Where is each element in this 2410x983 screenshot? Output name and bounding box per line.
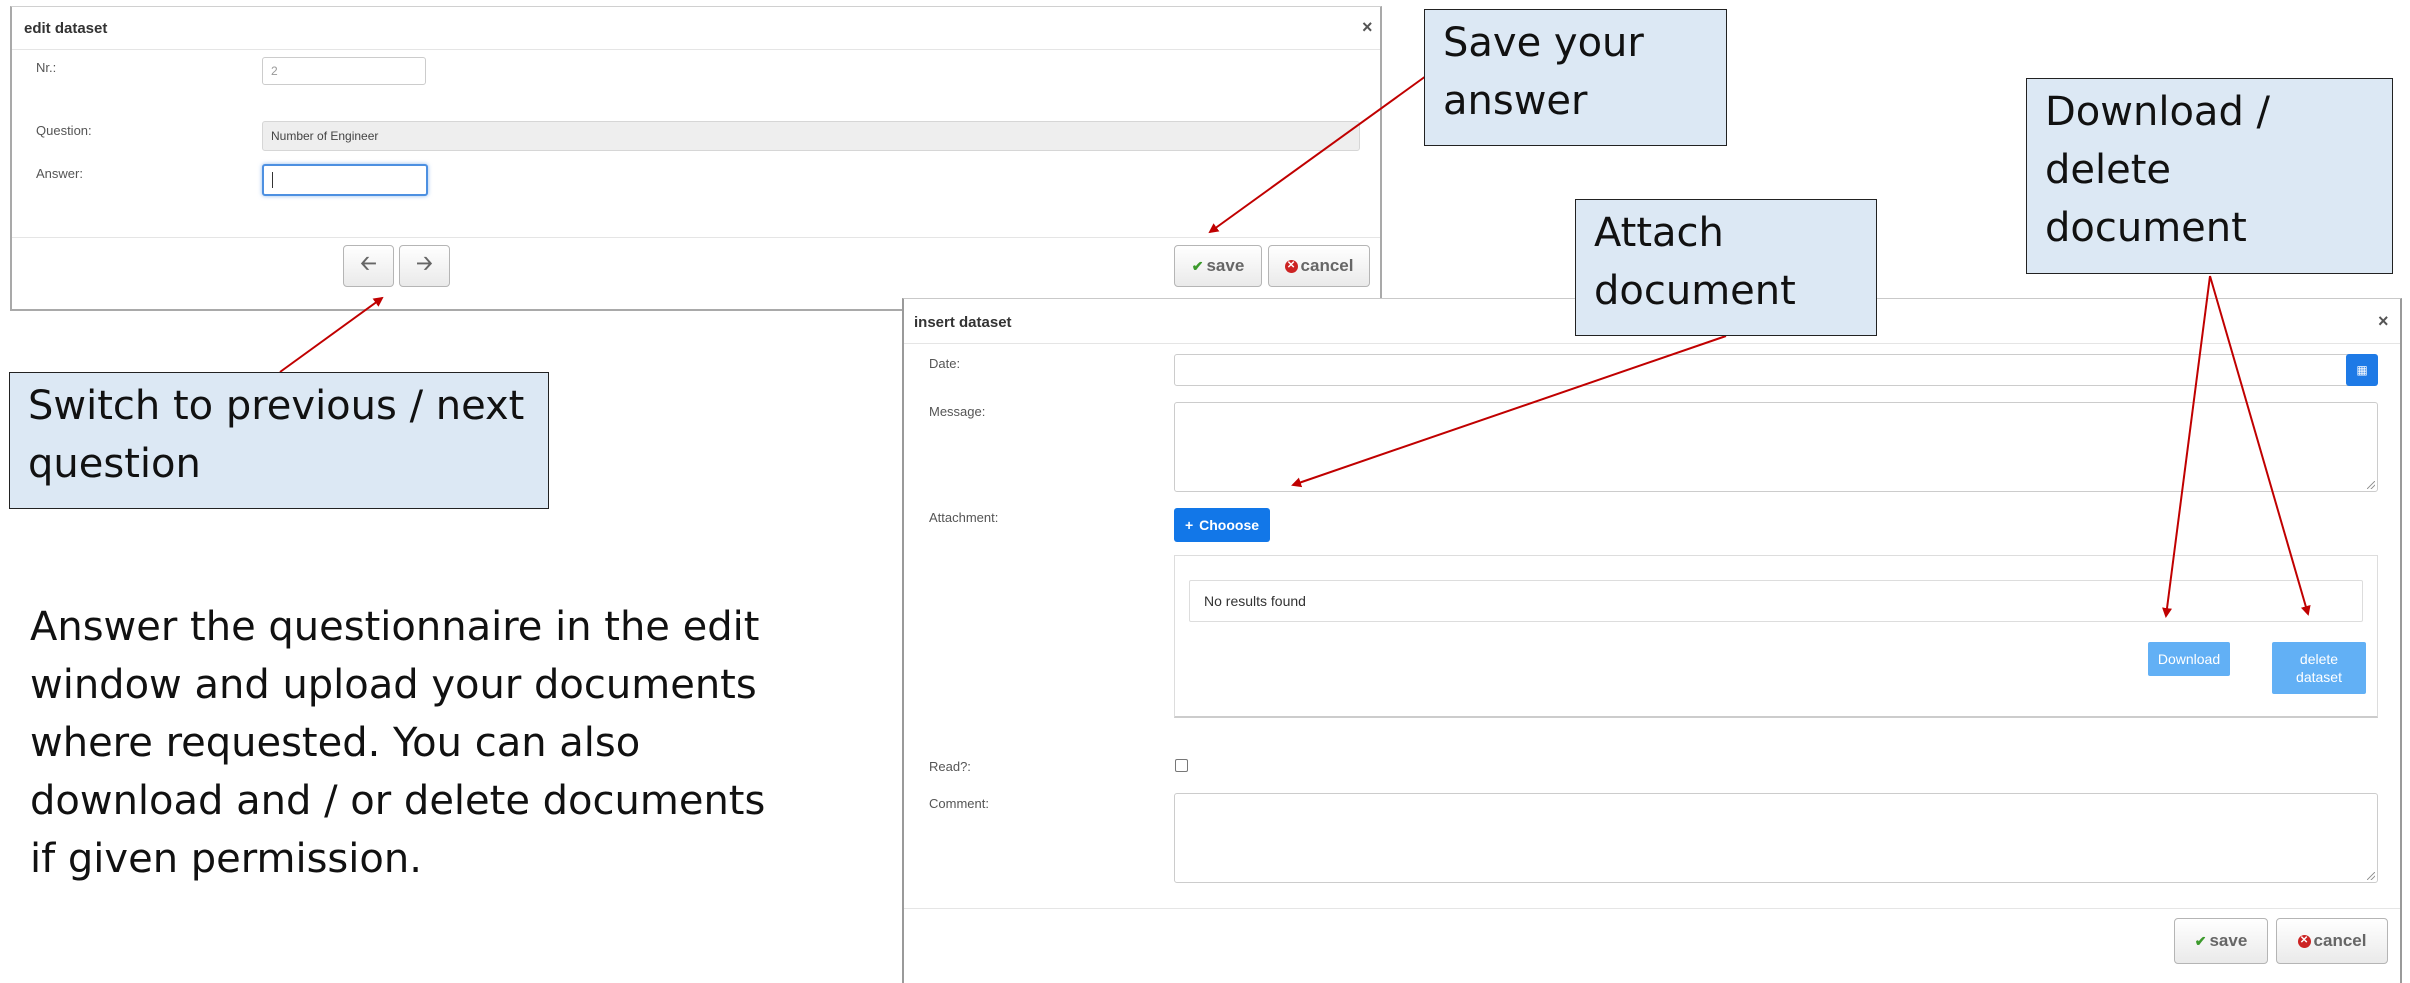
download-label: Download (2157, 650, 2221, 667)
message-textarea[interactable] (1174, 402, 2378, 492)
question-label: Question: (36, 123, 92, 138)
edit-cancel-button[interactable]: ✕ cancel (1268, 245, 1370, 287)
calendar-button[interactable]: ▦ (2346, 354, 2378, 386)
cancel-icon: ✕ (2297, 934, 2311, 948)
delete-label: delete dataset (2296, 650, 2342, 685)
comment-textarea[interactable] (1174, 793, 2378, 883)
read-label: Read?: (929, 759, 971, 774)
divider (904, 343, 2400, 344)
insert-dialog-close-icon[interactable]: × (2378, 311, 2389, 332)
cancel-label: cancel (1300, 256, 1354, 275)
check-icon: ✔ (2194, 932, 2207, 949)
resize-handle-icon[interactable] (2367, 481, 2375, 489)
comment-label: Comment: (929, 796, 989, 811)
nr-field[interactable]: 2 (262, 57, 426, 85)
attachment-panel: No results found Download delete dataset (1174, 555, 2378, 718)
insert-save-button[interactable]: ✔ save (2174, 918, 2268, 964)
edit-save-button[interactable]: ✔ save (1174, 245, 1262, 287)
nr-label: Nr.: (36, 60, 57, 75)
date-input[interactable] (1174, 354, 2368, 386)
message-label: Message: (929, 404, 986, 419)
arrow-left-icon: 🡠 (360, 253, 377, 275)
nr-value: 2 (271, 64, 278, 78)
save-label: save (1206, 256, 1245, 275)
cancel-label: cancel (2313, 931, 2367, 950)
resize-handle-icon[interactable] (2367, 872, 2375, 880)
insert-dataset-dialog: insert dataset × Date: ▦ Message: Attach… (902, 298, 2402, 983)
callout-save-answer: Save your answer (1424, 9, 1727, 146)
instructions-text: Answer the questionnaire in the edit win… (30, 604, 766, 882)
delete-dataset-button[interactable]: delete dataset (2272, 642, 2366, 694)
read-checkbox[interactable] (1175, 759, 1188, 772)
edit-dialog-close-icon[interactable]: × (1362, 17, 1373, 38)
calendar-icon: ▦ (2356, 363, 2368, 377)
plus-icon: + (1184, 517, 1194, 533)
edit-dialog-title: edit dataset (24, 20, 108, 37)
attachment-label: Attachment: (929, 510, 999, 525)
save-label: save (2209, 931, 2248, 950)
insert-cancel-button[interactable]: ✕ cancel (2276, 918, 2388, 964)
next-question-button[interactable]: 🡢 (399, 245, 450, 287)
choose-file-button[interactable]: + Chooose (1174, 508, 1270, 542)
callout-switch-question: Switch to previous / next question (9, 372, 549, 509)
choose-label: Chooose (1199, 517, 1260, 533)
answer-label: Answer: (36, 166, 83, 181)
divider (12, 237, 1380, 238)
cancel-icon: ✕ (1284, 259, 1298, 273)
no-results-text: No results found (1204, 593, 1306, 609)
date-label: Date: (929, 356, 961, 371)
insert-dialog-title: insert dataset (914, 314, 1012, 331)
answer-input[interactable] (262, 164, 428, 196)
question-value: Number of Engineer (271, 129, 379, 143)
text-cursor (272, 172, 273, 188)
arrow-right-icon: 🡢 (416, 253, 433, 275)
divider (12, 49, 1380, 50)
question-field: Number of Engineer (262, 121, 1360, 151)
previous-question-button[interactable]: 🡠 (343, 245, 394, 287)
callout-download-delete: Download / delete document (2026, 78, 2393, 274)
edit-dataset-dialog: edit dataset × Nr.: 2 Question: Number o… (10, 6, 1382, 311)
check-icon: ✔ (1191, 257, 1204, 274)
divider (904, 908, 2400, 909)
callout-attach-document: Attach document (1575, 199, 1877, 336)
download-button[interactable]: Download (2148, 642, 2230, 676)
attachment-results: No results found (1189, 580, 2363, 622)
